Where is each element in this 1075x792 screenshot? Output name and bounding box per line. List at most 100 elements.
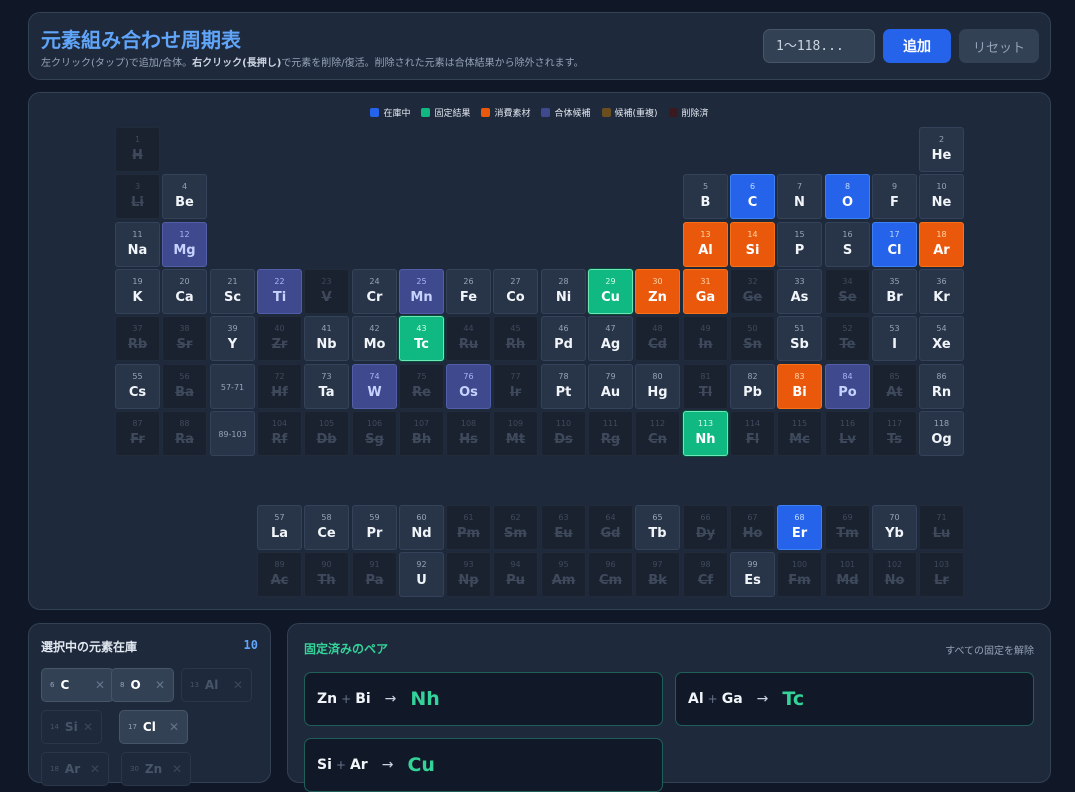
element-cell-V[interactable]: 23 V	[304, 269, 349, 314]
close-icon[interactable]: ✕	[95, 678, 105, 692]
fixed-pair-card[interactable]: Si + Ar → Cu	[304, 738, 663, 792]
element-cell-Rh[interactable]: 45 Rh	[493, 316, 538, 361]
element-cell-Tm[interactable]: 69 Tm	[825, 505, 870, 550]
element-cell-Sc[interactable]: 21 Sc	[210, 269, 255, 314]
element-cell-Nd[interactable]: 60 Nd	[399, 505, 444, 550]
element-cell-Ca[interactable]: 20 Ca	[162, 269, 207, 314]
inventory-chip-Si[interactable]: 14 Si ✕	[41, 710, 102, 744]
element-cell-Hg[interactable]: 80 Hg	[635, 364, 680, 409]
element-cell-As[interactable]: 33 As	[777, 269, 822, 314]
inventory-chip-C[interactable]: 6 C ✕	[41, 668, 114, 702]
element-cell-O[interactable]: 8O	[825, 174, 870, 219]
element-cell-Cd[interactable]: 48 Cd	[635, 316, 680, 361]
element-number-input[interactable]	[763, 29, 875, 63]
element-cell-Cl[interactable]: 17 Cl	[872, 222, 917, 267]
element-cell-Gd[interactable]: 64 Gd	[588, 505, 633, 550]
element-cell-Tc[interactable]: 43 Tc	[399, 316, 444, 361]
element-cell-Sr[interactable]: 38 Sr	[162, 316, 207, 361]
element-cell-Er[interactable]: 68 Er	[777, 505, 822, 550]
element-cell-Hf[interactable]: 72 Hf	[257, 364, 302, 409]
element-cell-Ga[interactable]: 31 Ga	[683, 269, 728, 314]
element-cell-No[interactable]: 102 No	[872, 552, 917, 597]
element-cell-Fe[interactable]: 26 Fe	[446, 269, 491, 314]
element-cell-Ru[interactable]: 44 Ru	[446, 316, 491, 361]
close-icon[interactable]: ✕	[233, 678, 243, 692]
fixed-pair-card[interactable]: Zn + Bi → Nh	[304, 672, 663, 726]
element-cell-Ir[interactable]: 77 Ir	[493, 364, 538, 409]
element-cell-Ds[interactable]: 110 Ds	[541, 411, 586, 456]
element-cell-Cf[interactable]: 98 Cf	[683, 552, 728, 597]
element-cell-N[interactable]: 7N	[777, 174, 822, 219]
element-cell-U[interactable]: 92 U	[399, 552, 444, 597]
element-cell-K[interactable]: 19 K	[115, 269, 160, 314]
element-cell-Yb[interactable]: 70 Yb	[872, 505, 917, 550]
inventory-chip-Zn[interactable]: 30 Zn ✕	[121, 752, 191, 786]
element-cell-Pu[interactable]: 94 Pu	[493, 552, 538, 597]
inventory-chip-Cl[interactable]: 17 Cl ✕	[119, 710, 188, 744]
close-icon[interactable]: ✕	[169, 720, 179, 734]
element-cell-Lr[interactable]: 103 Lr	[919, 552, 964, 597]
element-cell-Db[interactable]: 105 Db	[304, 411, 349, 456]
element-cell-Co[interactable]: 27 Co	[493, 269, 538, 314]
element-cell-F[interactable]: 9F	[872, 174, 917, 219]
close-icon[interactable]: ✕	[90, 762, 100, 776]
element-cell-Nh[interactable]: 113 Nh	[683, 411, 728, 456]
element-cell-Pd[interactable]: 46 Pd	[541, 316, 586, 361]
element-cell-Ag[interactable]: 47 Ag	[588, 316, 633, 361]
element-cell-W[interactable]: 74 W	[352, 364, 397, 409]
element-cell-Bi[interactable]: 83 Bi	[777, 364, 822, 409]
element-cell-Ac[interactable]: 89 Ac	[257, 552, 302, 597]
element-cell-Th[interactable]: 90 Th	[304, 552, 349, 597]
element-cell-La[interactable]: 57 La	[257, 505, 302, 550]
element-cell-Sn[interactable]: 50 Sn	[730, 316, 775, 361]
inventory-chip-Al[interactable]: 13 Al ✕	[181, 668, 252, 702]
element-cell-Bk[interactable]: 97 Bk	[635, 552, 680, 597]
element-cell-Li[interactable]: 3 Li	[115, 174, 160, 219]
close-icon[interactable]: ✕	[172, 762, 182, 776]
element-cell-Ge[interactable]: 32 Ge	[730, 269, 775, 314]
element-cell-Ti[interactable]: 22 Ti	[257, 269, 302, 314]
element-cell-Sg[interactable]: 106 Sg	[352, 411, 397, 456]
element-cell-Ra[interactable]: 88 Ra	[162, 411, 207, 456]
element-cell-Ar[interactable]: 18 Ar	[919, 222, 964, 267]
element-cell-Sb[interactable]: 51 Sb	[777, 316, 822, 361]
element-cell-Fl[interactable]: 114 Fl	[730, 411, 775, 456]
element-cell-Mn[interactable]: 25 Mn	[399, 269, 444, 314]
element-cell-Pm[interactable]: 61 Pm	[446, 505, 491, 550]
element-cell-Eu[interactable]: 63 Eu	[541, 505, 586, 550]
element-cell-Pb[interactable]: 82 Pb	[730, 364, 775, 409]
element-cell-Lv[interactable]: 116 Lv	[825, 411, 870, 456]
element-cell-Ta[interactable]: 73 Ta	[304, 364, 349, 409]
element-cell-Rn[interactable]: 86 Rn	[919, 364, 964, 409]
element-cell-Ts[interactable]: 117 Ts	[872, 411, 917, 456]
element-cell-Se[interactable]: 34 Se	[825, 269, 870, 314]
element-cell-Po[interactable]: 84 Po	[825, 364, 870, 409]
element-cell-Br[interactable]: 35 Br	[872, 269, 917, 314]
element-cell-Dy[interactable]: 66 Dy	[683, 505, 728, 550]
element-cell-S[interactable]: 16 S	[825, 222, 870, 267]
element-cell-Mt[interactable]: 109 Mt	[493, 411, 538, 456]
inventory-chip-O[interactable]: 8 O ✕	[111, 668, 174, 702]
element-cell-H[interactable]: 1H	[115, 127, 160, 172]
element-cell-Ce[interactable]: 58 Ce	[304, 505, 349, 550]
element-cell-Rg[interactable]: 111 Rg	[588, 411, 633, 456]
element-cell-Cs[interactable]: 55 Cs	[115, 364, 160, 409]
inventory-chip-Ar[interactable]: 18 Ar ✕	[41, 752, 109, 786]
clear-all-fixed-button[interactable]: すべての固定を解除	[945, 642, 1034, 657]
fixed-pair-card[interactable]: Al + Ga → Tc	[675, 672, 1034, 726]
element-cell-Y[interactable]: 39 Y	[210, 316, 255, 361]
add-button[interactable]: 追加	[883, 29, 951, 63]
element-cell-Be[interactable]: 4 Be	[162, 174, 207, 219]
element-cell-Cm[interactable]: 96 Cm	[588, 552, 633, 597]
element-cell-Bh[interactable]: 107 Bh	[399, 411, 444, 456]
element-cell-Rb[interactable]: 37 Rb	[115, 316, 160, 361]
element-cell-Tl[interactable]: 81 Tl	[683, 364, 728, 409]
element-cell-Ni[interactable]: 28 Ni	[541, 269, 586, 314]
element-cell-P[interactable]: 15 P	[777, 222, 822, 267]
element-cell-Zr[interactable]: 40 Zr	[257, 316, 302, 361]
element-cell-Si[interactable]: 14 Si	[730, 222, 775, 267]
element-cell-Fm[interactable]: 100 Fm	[777, 552, 822, 597]
element-cell-Es[interactable]: 99 Es	[730, 552, 775, 597]
element-cell-Cu[interactable]: 29 Cu	[588, 269, 633, 314]
reset-button[interactable]: リセット	[959, 29, 1039, 63]
